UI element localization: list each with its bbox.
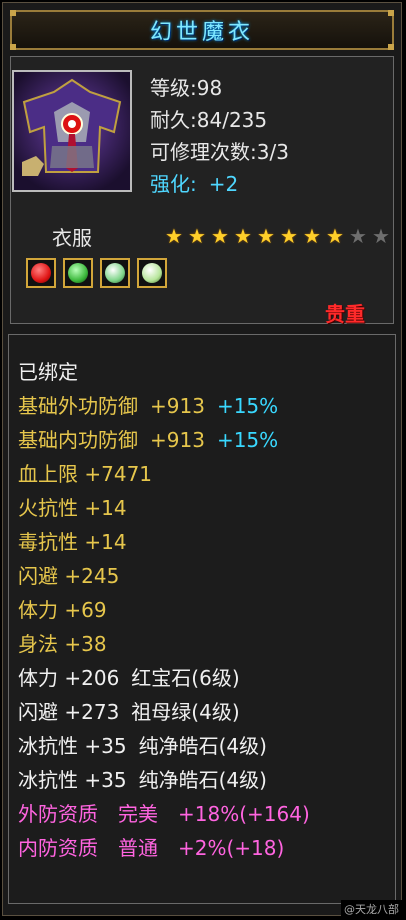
stat-stamina: 体力 +69 bbox=[18, 598, 107, 622]
star-empty-icon: ★ bbox=[349, 224, 367, 248]
stat-value: +913 bbox=[150, 394, 205, 418]
star-filled-icon: ★ bbox=[165, 224, 183, 248]
stat-bonus: +15% bbox=[216, 394, 279, 418]
stat-agility: 身法 +38 bbox=[18, 632, 107, 656]
stat-label: 基础内功防御 bbox=[18, 428, 138, 452]
outer-defense-quality: 外防资质 完美 +18%(+164) bbox=[18, 798, 310, 827]
gem-slot-4[interactable] bbox=[137, 258, 167, 288]
star-empty-icon: ★ bbox=[372, 224, 390, 248]
enhance-label: 强化: bbox=[150, 172, 197, 196]
star-filled-icon: ★ bbox=[257, 224, 275, 248]
quality-grade: 普通 bbox=[118, 836, 158, 860]
quality-label: 内防资质 bbox=[18, 836, 98, 860]
repair-line: 可修理次数:3/3 bbox=[150, 136, 289, 165]
stat-hp: 血上限 +7471 bbox=[18, 462, 153, 486]
quality-value: +18%(+164) bbox=[178, 802, 310, 826]
quality-value: +2%(+18) bbox=[178, 836, 285, 860]
title-bar: 幻世魔衣 bbox=[10, 10, 394, 50]
gem-name: 祖母绿(4级) bbox=[131, 700, 240, 724]
star-filled-icon: ★ bbox=[234, 224, 252, 248]
level-value: 98 bbox=[196, 76, 223, 100]
watermark: @天龙八部 bbox=[341, 900, 402, 918]
gem-stat-value: 闪避 +273 bbox=[18, 700, 120, 724]
gem-name: 纯净皓石(4级) bbox=[138, 768, 267, 792]
star-rating: ★ ★ ★ ★ ★ ★ ★ ★ ★ ★ bbox=[163, 226, 392, 246]
level-label: 等级: bbox=[150, 76, 197, 100]
repair-value: 3/3 bbox=[256, 140, 289, 164]
gem-stat-value: 冰抗性 +35 bbox=[18, 768, 127, 792]
stat-label: 基础外功防御 bbox=[18, 394, 138, 418]
stat-base-inner-defense: 基础内功防御 +913 +15% bbox=[18, 424, 278, 453]
gem-slot-2[interactable] bbox=[63, 258, 93, 288]
gem-slots bbox=[26, 258, 167, 288]
gem-slot-1[interactable] bbox=[26, 258, 56, 288]
item-type: 衣服 bbox=[52, 226, 92, 250]
gem-stat-3: 冰抗性 +35 纯净皓石(4级) bbox=[18, 730, 267, 759]
white-green-gem-icon bbox=[105, 263, 125, 283]
enhance-value: +2 bbox=[208, 172, 239, 196]
gem-name: 纯净皓石(4级) bbox=[138, 734, 267, 758]
item-name: 幻世魔衣 bbox=[149, 20, 254, 45]
stat-poison-resist: 毒抗性 +14 bbox=[18, 530, 127, 554]
star-filled-icon: ★ bbox=[303, 224, 321, 248]
durability-line: 耐久:84/235 bbox=[150, 104, 267, 133]
gem-stat-4: 冰抗性 +35 纯净皓石(4级) bbox=[18, 764, 267, 793]
white-green-gem-icon bbox=[142, 263, 162, 283]
repair-label: 可修理次数: bbox=[150, 140, 257, 164]
red-gem-icon bbox=[31, 263, 51, 283]
stat-base-outer-defense: 基础外功防御 +913 +15% bbox=[18, 390, 278, 419]
durability-value: 84/235 bbox=[196, 108, 268, 132]
stat-dodge: 闪避 +245 bbox=[18, 564, 120, 588]
gem-name: 红宝石(6级) bbox=[131, 666, 240, 690]
star-filled-icon: ★ bbox=[211, 224, 229, 248]
quality-label: 外防资质 bbox=[18, 802, 98, 826]
stat-bonus: +15% bbox=[216, 428, 279, 452]
green-gem-icon bbox=[68, 263, 88, 283]
stat-value: +913 bbox=[150, 428, 205, 452]
gem-slot-3[interactable] bbox=[100, 258, 130, 288]
gem-stat-value: 体力 +206 bbox=[18, 666, 120, 690]
gem-stat-2: 闪避 +273 祖母绿(4级) bbox=[18, 696, 240, 725]
durability-label: 耐久: bbox=[150, 108, 197, 132]
gem-stat-value: 冰抗性 +35 bbox=[18, 734, 127, 758]
quality-grade: 完美 bbox=[118, 802, 158, 826]
gem-stat-1: 体力 +206 红宝石(6级) bbox=[18, 662, 240, 691]
star-filled-icon: ★ bbox=[188, 224, 206, 248]
enhance-line: 强化: +2 bbox=[150, 168, 238, 197]
precious-tag: 贵重 bbox=[325, 302, 365, 326]
bound-status: 已绑定 bbox=[18, 360, 78, 384]
level-line: 等级:98 bbox=[150, 72, 222, 101]
star-filled-icon: ★ bbox=[280, 224, 298, 248]
stat-fire-resist: 火抗性 +14 bbox=[18, 496, 127, 520]
inner-defense-quality: 内防资质 普通 +2%(+18) bbox=[18, 832, 284, 861]
star-filled-icon: ★ bbox=[326, 224, 344, 248]
item-portrait bbox=[12, 70, 132, 192]
